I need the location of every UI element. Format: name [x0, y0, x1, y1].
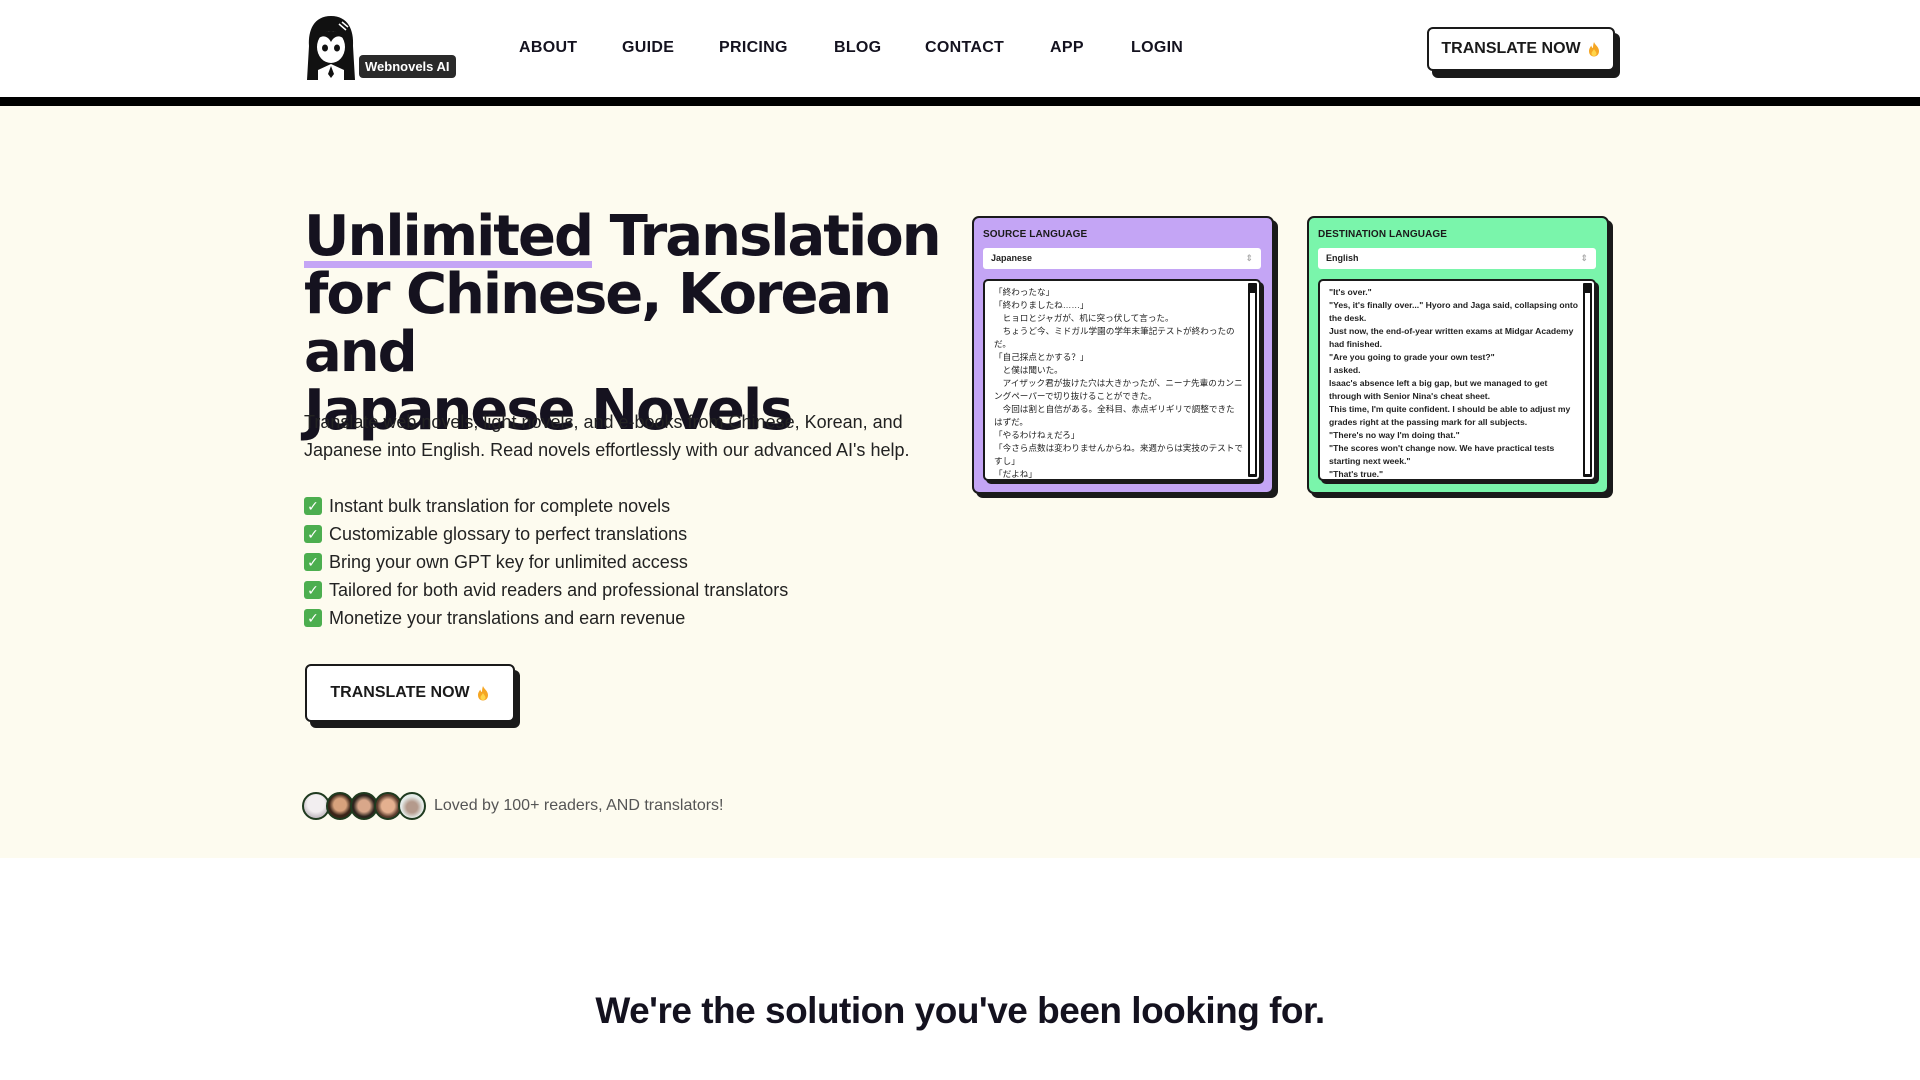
feature-text: Monetize your translations and earn reve…: [329, 608, 686, 628]
social-proof: Loved by 100+ readers, AND translators!: [302, 792, 724, 820]
destination-line: Just now, the end-of-year written exams …: [1329, 326, 1574, 349]
feature-text: Bring your own GPT key for unlimited acc…: [329, 552, 688, 572]
avatar-group: [302, 792, 426, 820]
feature-item: ✓ Tailored for both avid readers and prof…: [304, 576, 788, 604]
source-line: 「終わりましたね……」: [994, 300, 1089, 310]
destination-line: "It's over.": [1329, 287, 1372, 297]
hero-headline: Unlimited Translation for Chinese, Korea…: [304, 208, 984, 440]
nav-link-blog[interactable]: BLOG: [834, 39, 881, 57]
check-box-icon: ✓: [304, 553, 322, 571]
destination-line: I asked.: [1329, 365, 1361, 375]
feature-text: Instant bulk translation for complete no…: [329, 496, 671, 516]
destination-line: "Yes, it's finally over..." Hyoro and Ja…: [1329, 300, 1578, 323]
source-language-card: SOURCE LANGUAGE Japanese ⇕ 「終わったな」 「終わりま…: [972, 216, 1274, 494]
feature-item: ✓ Instant bulk translation for complete n…: [304, 492, 788, 520]
brand-name: Webnovels AI: [359, 55, 456, 78]
hero-cta-label: TRANSLATE NOW: [330, 684, 470, 701]
source-line: 「だよね」: [994, 469, 1037, 479]
source-line: 「自己採点とかする？」: [994, 352, 1089, 362]
feature-text: Customizable glossary to perfect transla…: [329, 524, 688, 544]
source-line: 「今さら点数は変わりませんからね。来週からは実技のテストですし」: [994, 443, 1243, 466]
destination-line: Isaac's absence left a big gap, but we m…: [1329, 378, 1548, 401]
check-box-icon: ✓: [304, 609, 322, 627]
feature-item: ✓ Monetize your translations and earn rev…: [304, 604, 788, 632]
check-box-icon: ✓: [304, 497, 322, 515]
headline-part-2: for Chinese, Korean and: [304, 262, 892, 385]
source-scrollbar[interactable]: [1248, 283, 1257, 477]
destination-line: "Are you going to grade your own test?": [1329, 352, 1495, 362]
nav-translate-now-button[interactable]: TRANSLATE NOW: [1427, 27, 1615, 71]
nav-link-about[interactable]: ABOUT: [519, 39, 577, 57]
brand-logo[interactable]: Webnovels AI: [304, 14, 456, 84]
destination-scrollbar[interactable]: [1583, 283, 1592, 477]
source-line: 「終わったな」: [994, 287, 1055, 297]
destination-language-value: English: [1326, 253, 1359, 263]
nav-link-pricing[interactable]: PRICING: [719, 39, 788, 57]
source-line: 「やるわけねぇだろ」: [994, 430, 1080, 440]
feature-item: ✓ Bring your own GPT key for unlimited ac…: [304, 548, 788, 576]
avatar: [398, 792, 426, 820]
source-language-value: Japanese: [991, 253, 1033, 263]
headline-highlight: Unlimited: [304, 204, 594, 269]
select-arrows-icon: ⇕: [1580, 253, 1588, 263]
scrollbar-thumb[interactable]: [1250, 293, 1255, 474]
headline-part-1: Translation: [592, 204, 942, 269]
check-box-icon: ✓: [304, 581, 322, 599]
top-navigation: Webnovels AI ABOUT GUIDE PRICING BLOG CO…: [0, 0, 1920, 97]
feature-item: ✓ Customizable glossary to perfect transl…: [304, 520, 788, 548]
source-text-area: 「終わったな」 「終わりましたね……」 ヒョロとジャガが、机に突っ伏して言った。…: [983, 279, 1264, 484]
nav-link-app[interactable]: APP: [1050, 39, 1084, 57]
header-divider: [0, 97, 1920, 106]
destination-line: "That's true.": [1329, 469, 1384, 479]
nav-link-login[interactable]: LOGIN: [1131, 39, 1183, 57]
source-line: ちょうど今、ミドガル学園の学年末筆記テストが終わったのだ。: [994, 326, 1235, 349]
source-line: と僕は聞いた。: [994, 365, 1063, 375]
select-arrows-icon: ⇕: [1245, 253, 1253, 263]
hero-translate-now-button[interactable]: TRANSLATE NOW: [305, 664, 515, 722]
source-line: 今回は割と自信がある。全科目、赤点ギリギリで調整できたはずだ。: [994, 404, 1235, 427]
destination-language-select[interactable]: English ⇕: [1318, 248, 1596, 269]
fire-icon: [477, 686, 488, 701]
destination-text-area: "It's over." "Yes, it's finally over..."…: [1318, 279, 1599, 484]
destination-language-label: DESTINATION LANGUAGE: [1318, 229, 1448, 240]
hero-description: Translate web novels, light novels, and …: [304, 412, 910, 460]
scrollbar-thumb[interactable]: [1585, 293, 1590, 474]
anime-girl-logo-icon: [307, 16, 355, 80]
source-line: アイザック君が抜けた穴は大きかったが、ニーナ先輩のカンニングペーパーで切り抜ける…: [994, 378, 1243, 401]
source-line: ヒョロとジャガが、机に突っ伏して言った。: [994, 313, 1174, 323]
destination-line: This time, I'm quite confident. I should…: [1329, 404, 1571, 427]
source-text-box[interactable]: 「終わったな」 「終わりましたね……」 ヒョロとジャガが、机に突っ伏して言った。…: [983, 279, 1261, 481]
nav-link-contact[interactable]: CONTACT: [925, 39, 1004, 57]
destination-text-box[interactable]: "It's over." "Yes, it's finally over..."…: [1318, 279, 1596, 481]
feature-text: Tailored for both avid readers and profe…: [329, 580, 789, 600]
section-title: We're the solution you've been looking f…: [595, 990, 1325, 1031]
destination-line: "There's no way I'm doing that.": [1329, 430, 1460, 440]
destination-language-card: DESTINATION LANGUAGE English ⇕ "It's ove…: [1307, 216, 1609, 494]
source-language-select[interactable]: Japanese ⇕: [983, 248, 1261, 269]
check-box-icon: ✓: [304, 525, 322, 543]
social-proof-text: Loved by 100+ readers, AND translators!: [434, 797, 724, 814]
source-language-label: SOURCE LANGUAGE: [983, 229, 1088, 240]
fire-icon: [1588, 42, 1599, 57]
destination-line: "The scores won't change now. We have pr…: [1329, 443, 1555, 466]
feature-list: ✓ Instant bulk translation for complete n…: [304, 492, 788, 632]
nav-link-guide[interactable]: GUIDE: [622, 39, 674, 57]
nav-cta-label: TRANSLATE NOW: [1441, 40, 1581, 57]
